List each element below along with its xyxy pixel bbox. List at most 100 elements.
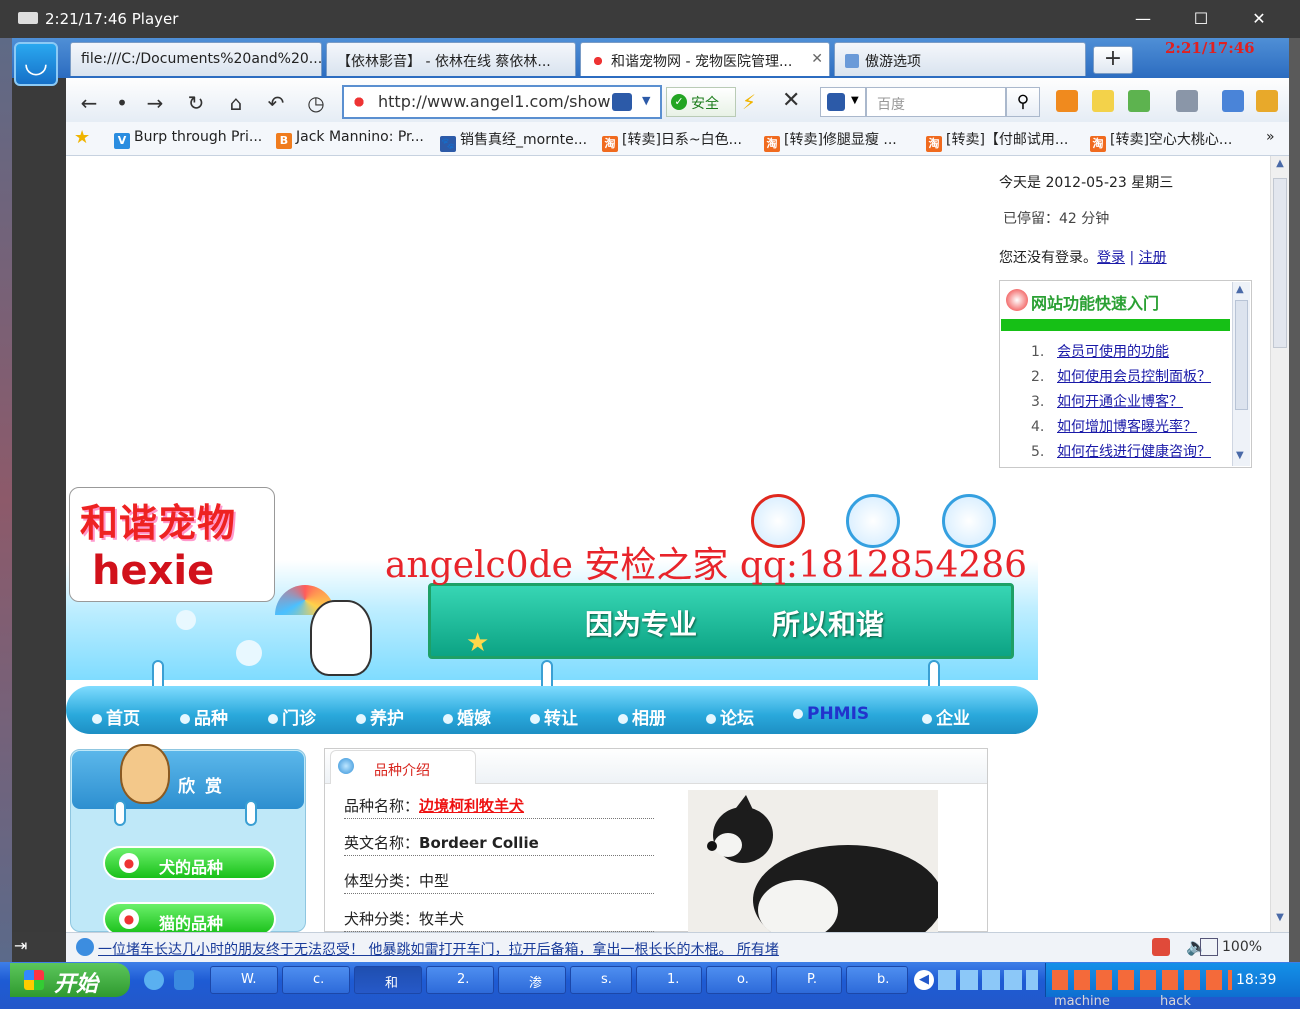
tab-hexie[interactable]: 和谐宠物网 - 宠物医院管理... ✕: [580, 42, 830, 76]
block-popup-icon[interactable]: [1152, 938, 1170, 956]
forward-icon[interactable]: →: [141, 89, 169, 117]
status-news-ticker[interactable]: 一位堵车长达几小时的朋友终于无法忍受！ 他暴跳如雷打开车门，拉开后备箱，拿出一根…: [98, 939, 1128, 959]
scroll-thumb[interactable]: [1273, 178, 1287, 348]
tab-yilin[interactable]: 【依林影音】 - 依林在线 蔡依林...: [326, 42, 576, 76]
scroll-up-icon[interactable]: ▲: [1273, 158, 1287, 174]
nav-breeds[interactable]: 品种: [180, 704, 228, 729]
taskbar-item[interactable]: o.: [706, 966, 772, 994]
dropdown-dot-icon[interactable]: •: [108, 89, 136, 117]
tab-close-icon[interactable]: ✕: [811, 51, 823, 67]
url-dropdown-icon[interactable]: ▼: [642, 94, 650, 107]
bookmark-item[interactable]: 淘 [转卖]空心大桃心...: [1090, 129, 1232, 152]
search-icon[interactable]: ⚲: [1006, 87, 1040, 117]
plugin-icon[interactable]: [1128, 90, 1150, 112]
taskbar-item[interactable]: P.: [776, 966, 842, 994]
breed-name-link[interactable]: 边境柯利牧羊犬: [419, 797, 524, 815]
scroll-down-icon[interactable]: ▼: [1273, 912, 1287, 928]
nav-marriage[interactable]: 婚嫁: [443, 704, 491, 729]
bookmark-item[interactable]: V Burp through Pri...: [114, 129, 262, 149]
list-item[interactable]: 3. 如何开通企业博客？: [1031, 391, 1183, 411]
home-icon[interactable]: ⌂: [222, 89, 250, 117]
rss-icon[interactable]: [1056, 90, 1078, 112]
new-tab-button[interactable]: +: [1093, 46, 1133, 74]
shield-icon[interactable]: [1222, 90, 1244, 112]
lightning-icon[interactable]: ⚡: [742, 90, 756, 114]
screenshot-camera-icon[interactable]: [1176, 90, 1198, 112]
back-icon[interactable]: ←: [75, 89, 103, 117]
quick-panel-scrollbar[interactable]: ▲ ▼: [1232, 282, 1250, 466]
taskbar-item[interactable]: c.: [282, 966, 350, 994]
quick-start-title: 网站功能快速入门: [1031, 294, 1160, 313]
nav-phmis[interactable]: PHMIS: [793, 704, 869, 724]
list-item[interactable]: 1. 会员可使用的功能: [1031, 341, 1169, 361]
scroll-down-icon[interactable]: ▼: [1236, 450, 1244, 461]
taskbar-item[interactable]: 2.: [426, 966, 494, 994]
maxthon-logo-icon[interactable]: ◡: [14, 42, 58, 86]
taskbar-item[interactable]: 1.: [636, 966, 702, 994]
refresh-icon[interactable]: ↻: [182, 89, 210, 117]
quick-link[interactable]: 如何在线进行健康咨询？: [1057, 444, 1211, 460]
undo-icon[interactable]: ↶: [262, 89, 290, 117]
tray-icons[interactable]: [1052, 970, 1232, 990]
quick-link[interactable]: 如何使用会员控制面板？: [1057, 369, 1211, 385]
close-button[interactable]: ✕: [1244, 8, 1274, 30]
ie-icon[interactable]: [144, 970, 164, 990]
nav-album[interactable]: 相册: [618, 704, 666, 729]
cat-breeds-button[interactable]: ● 猫的品种: [103, 902, 276, 936]
taskbar-item-active[interactable]: 和: [354, 966, 422, 994]
scroll-thumb[interactable]: [1235, 300, 1248, 410]
search-input[interactable]: 百度: [866, 87, 1006, 117]
taskbar-item[interactable]: s.: [570, 966, 632, 994]
bookmark-item[interactable]: B Jack Mannino: Pr...: [276, 129, 424, 149]
bubble-decor: [176, 610, 196, 630]
maxthon-icon[interactable]: [174, 970, 194, 990]
list-item[interactable]: 5. 如何在线进行健康咨询？: [1031, 441, 1211, 461]
bookmark-label: [转卖]修腿显瘦 ...: [784, 132, 897, 148]
notes-icon[interactable]: [1092, 90, 1114, 112]
quicklaunch-icons[interactable]: [938, 970, 1038, 990]
nav-home[interactable]: 首页: [92, 704, 140, 729]
quick-link[interactable]: 如何增加博客曝光率？: [1057, 419, 1197, 435]
nav-care[interactable]: 养护: [356, 704, 404, 729]
taskbar-item[interactable]: b.: [846, 966, 908, 994]
nav-forum[interactable]: 论坛: [706, 704, 754, 729]
baidu-paw-icon: [827, 93, 845, 111]
zoom-level[interactable]: 100%: [1222, 939, 1262, 955]
minimize-button[interactable]: —: [1128, 8, 1158, 30]
quick-link[interactable]: 会员可使用的功能: [1057, 344, 1169, 360]
camera-icon: [18, 12, 38, 24]
security-badge[interactable]: ✓ 安全: [666, 87, 736, 117]
reader-mode-icon[interactable]: [612, 93, 632, 111]
tray-expand-icon[interactable]: ◀: [914, 970, 934, 990]
bookmark-item[interactable]: 淘 [转卖]日系~白色...: [602, 129, 742, 152]
bookmark-item[interactable]: 淘 [转卖]【付邮试用...: [926, 129, 1068, 152]
search-engine-selector[interactable]: ▼: [820, 87, 866, 117]
bookmark-item[interactable]: 淘 [转卖]修腿显瘦 ...: [764, 129, 897, 152]
zoom-frame-icon[interactable]: [1200, 938, 1218, 956]
bookmarks-more-button[interactable]: »: [1266, 129, 1275, 145]
start-button[interactable]: 开始: [10, 963, 130, 997]
favorites-star-icon[interactable]: ★: [74, 127, 90, 148]
taskbar-item[interactable]: W.: [210, 966, 278, 994]
toolbox-icon[interactable]: [1256, 90, 1278, 112]
maximize-button[interactable]: ☐: [1186, 8, 1216, 30]
list-item[interactable]: 2. 如何使用会员控制面板？: [1031, 366, 1211, 386]
register-link[interactable]: 注册: [1139, 250, 1167, 266]
nav-clinic[interactable]: 门诊: [268, 704, 316, 729]
quick-link[interactable]: 如何开通企业博客？: [1057, 394, 1183, 410]
taskbar-item[interactable]: 渗: [498, 966, 566, 994]
field-label: 犬种分类：: [344, 910, 420, 928]
tab-file[interactable]: file:///C:/Documents%20and%20...: [70, 42, 322, 76]
nav-enterprise[interactable]: 企业: [922, 704, 970, 729]
bookmark-item[interactable]: 🐾 销售真经_mornte...: [440, 129, 587, 152]
player-sidebar-toggle-icon[interactable]: ⇥: [12, 932, 66, 962]
scroll-up-icon[interactable]: ▲: [1236, 284, 1244, 295]
login-link[interactable]: 登录: [1097, 250, 1125, 266]
dog-breeds-button[interactable]: ● 犬的品种: [103, 846, 276, 880]
list-item[interactable]: 4. 如何增加博客曝光率？: [1031, 416, 1197, 436]
nav-transfer[interactable]: 转让: [530, 704, 578, 729]
history-clock-icon[interactable]: ◷: [302, 89, 330, 117]
stop-icon[interactable]: ✕: [782, 88, 800, 113]
tab-options[interactable]: 傲游选项: [834, 42, 1086, 76]
page-scrollbar[interactable]: ▲ ▼: [1270, 156, 1289, 932]
